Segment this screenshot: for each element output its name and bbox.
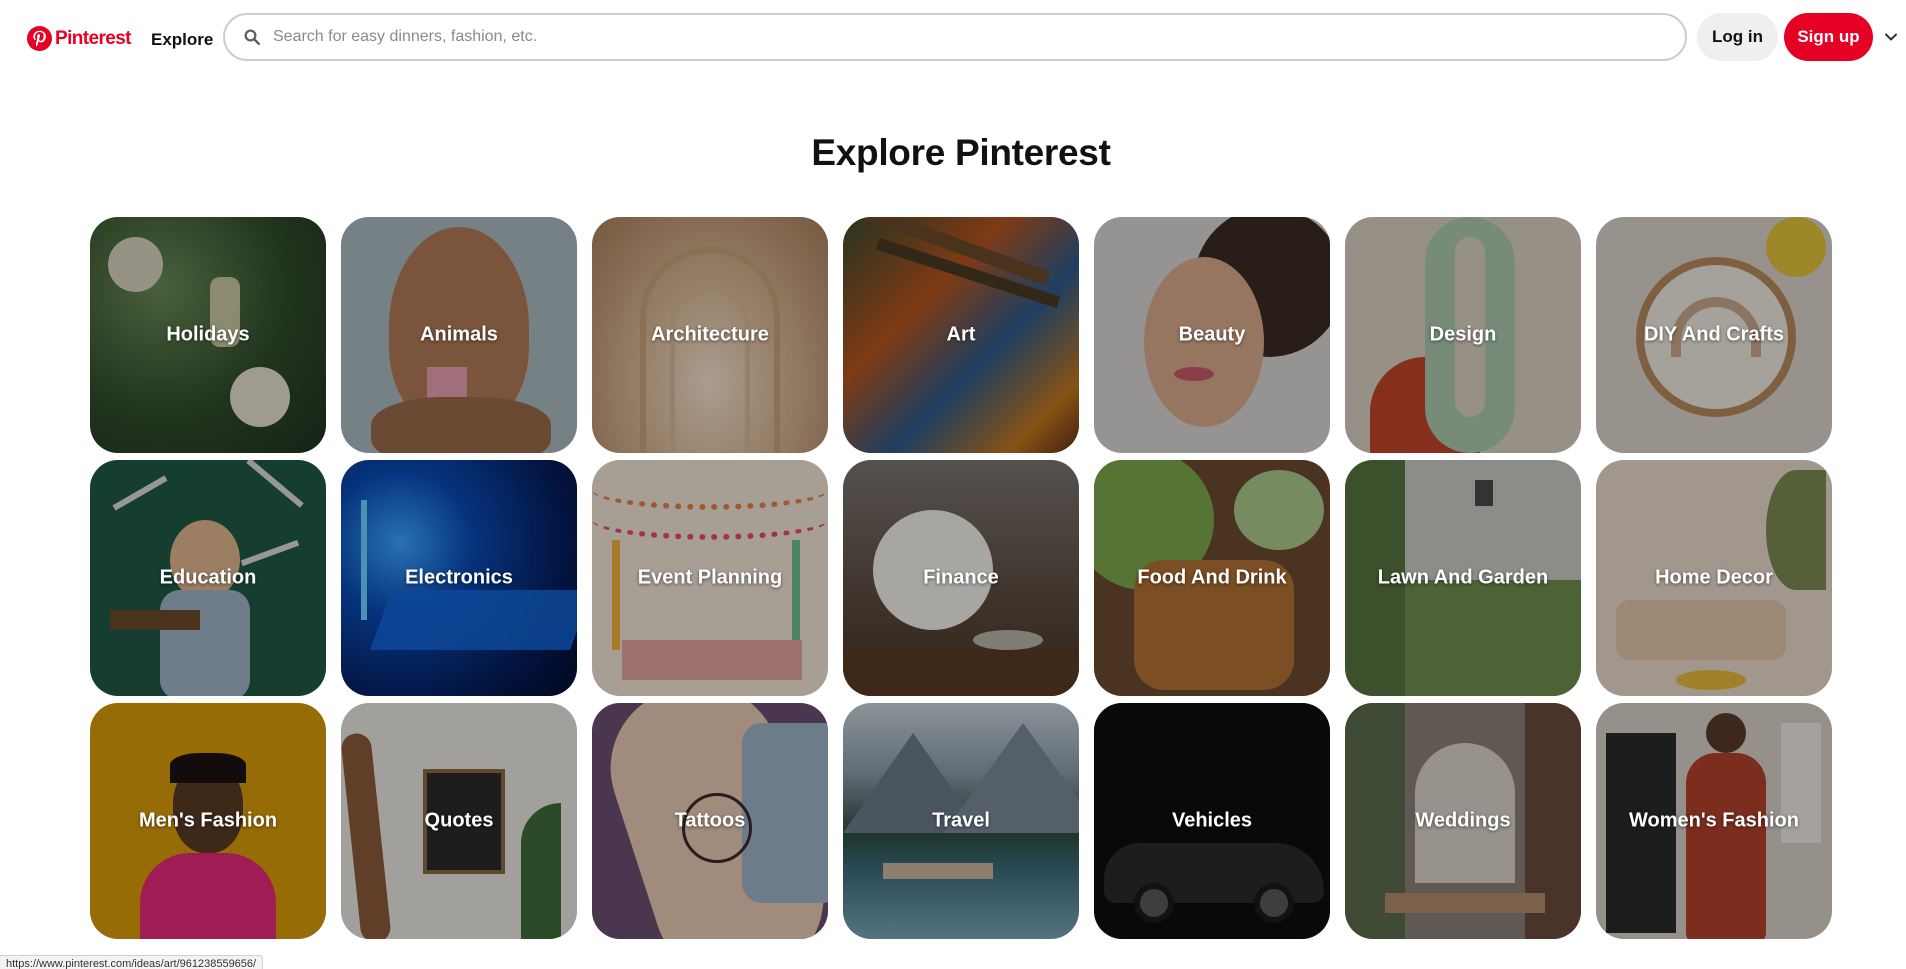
category-tile-quotes[interactable]: Quotes (341, 703, 577, 939)
tile-label: Holidays (166, 323, 250, 346)
category-tile-event-planning[interactable]: Event Planning (592, 460, 828, 696)
category-tile-architecture[interactable]: Architecture (592, 217, 828, 453)
tile-label: Food And Drink (1137, 566, 1287, 589)
chevron-down-icon[interactable] (1883, 29, 1899, 45)
category-tile-tattoos[interactable]: Tattoos (592, 703, 828, 939)
tile-label: Design (1429, 323, 1497, 346)
category-tile-weddings[interactable]: Weddings (1345, 703, 1581, 939)
search-input[interactable] (273, 28, 1653, 46)
pinterest-logo[interactable]: Pinterest (27, 26, 132, 51)
tile-label: Women's Fashion (1629, 809, 1799, 832)
signup-button[interactable]: Sign up (1784, 13, 1873, 61)
tile-label: Education (159, 566, 257, 589)
category-tile-womens-fashion[interactable]: Women's Fashion (1596, 703, 1832, 939)
tile-label: Finance (923, 566, 999, 589)
category-tile-diy-and-crafts[interactable]: DIY And Crafts (1596, 217, 1832, 453)
search-bar[interactable] (223, 13, 1687, 61)
category-tile-lawn-and-garden[interactable]: Lawn And Garden (1345, 460, 1581, 696)
tile-label: Lawn And Garden (1377, 566, 1549, 589)
tile-label: Animals (420, 323, 498, 346)
category-tile-electronics[interactable]: Electronics (341, 460, 577, 696)
category-grid: Holidays Animals Architecture Art Beauty (90, 217, 1832, 939)
tile-label: Event Planning (637, 566, 783, 589)
category-tile-design[interactable]: Design (1345, 217, 1581, 453)
tile-label: Architecture (651, 323, 769, 346)
page-title: Explore Pinterest (811, 132, 1111, 173)
category-tile-education[interactable]: Education (90, 460, 326, 696)
tile-label: Men's Fashion (138, 809, 278, 832)
logo-text: Pinterest (55, 27, 132, 49)
category-tile-beauty[interactable]: Beauty (1094, 217, 1330, 453)
login-button[interactable]: Log in (1697, 13, 1778, 61)
category-tile-animals[interactable]: Animals (341, 217, 577, 453)
tile-label: Beauty (1178, 323, 1246, 346)
category-tile-holidays[interactable]: Holidays (90, 217, 326, 453)
pinterest-logo-icon (27, 26, 52, 51)
tile-label: Tattoos (674, 809, 746, 832)
tile-label: Home Decor (1655, 566, 1773, 589)
nav-explore-link[interactable]: Explore (151, 26, 213, 54)
category-tile-food-and-drink[interactable]: Food And Drink (1094, 460, 1330, 696)
top-nav: Pinterest Explore Log in Sign up (0, 0, 1906, 77)
tile-label: Quotes (424, 809, 494, 832)
tile-label: Electronics (405, 566, 513, 589)
category-tile-mens-fashion[interactable]: Men's Fashion (90, 703, 326, 939)
search-icon (244, 29, 260, 45)
category-tile-vehicles[interactable]: Vehicles (1094, 703, 1330, 939)
status-bar-url: https://www.pinterest.com/ideas/art/9612… (0, 955, 264, 969)
tile-label: Art (946, 323, 976, 346)
tile-label: DIY And Crafts (1643, 323, 1785, 346)
category-tile-finance[interactable]: Finance (843, 460, 1079, 696)
tile-label: Vehicles (1171, 809, 1253, 832)
category-tile-travel[interactable]: Travel (843, 703, 1079, 939)
tile-label: Weddings (1415, 809, 1511, 832)
category-tile-home-decor[interactable]: Home Decor (1596, 460, 1832, 696)
category-tile-art[interactable]: Art (843, 217, 1079, 453)
tile-label: Travel (932, 809, 990, 832)
